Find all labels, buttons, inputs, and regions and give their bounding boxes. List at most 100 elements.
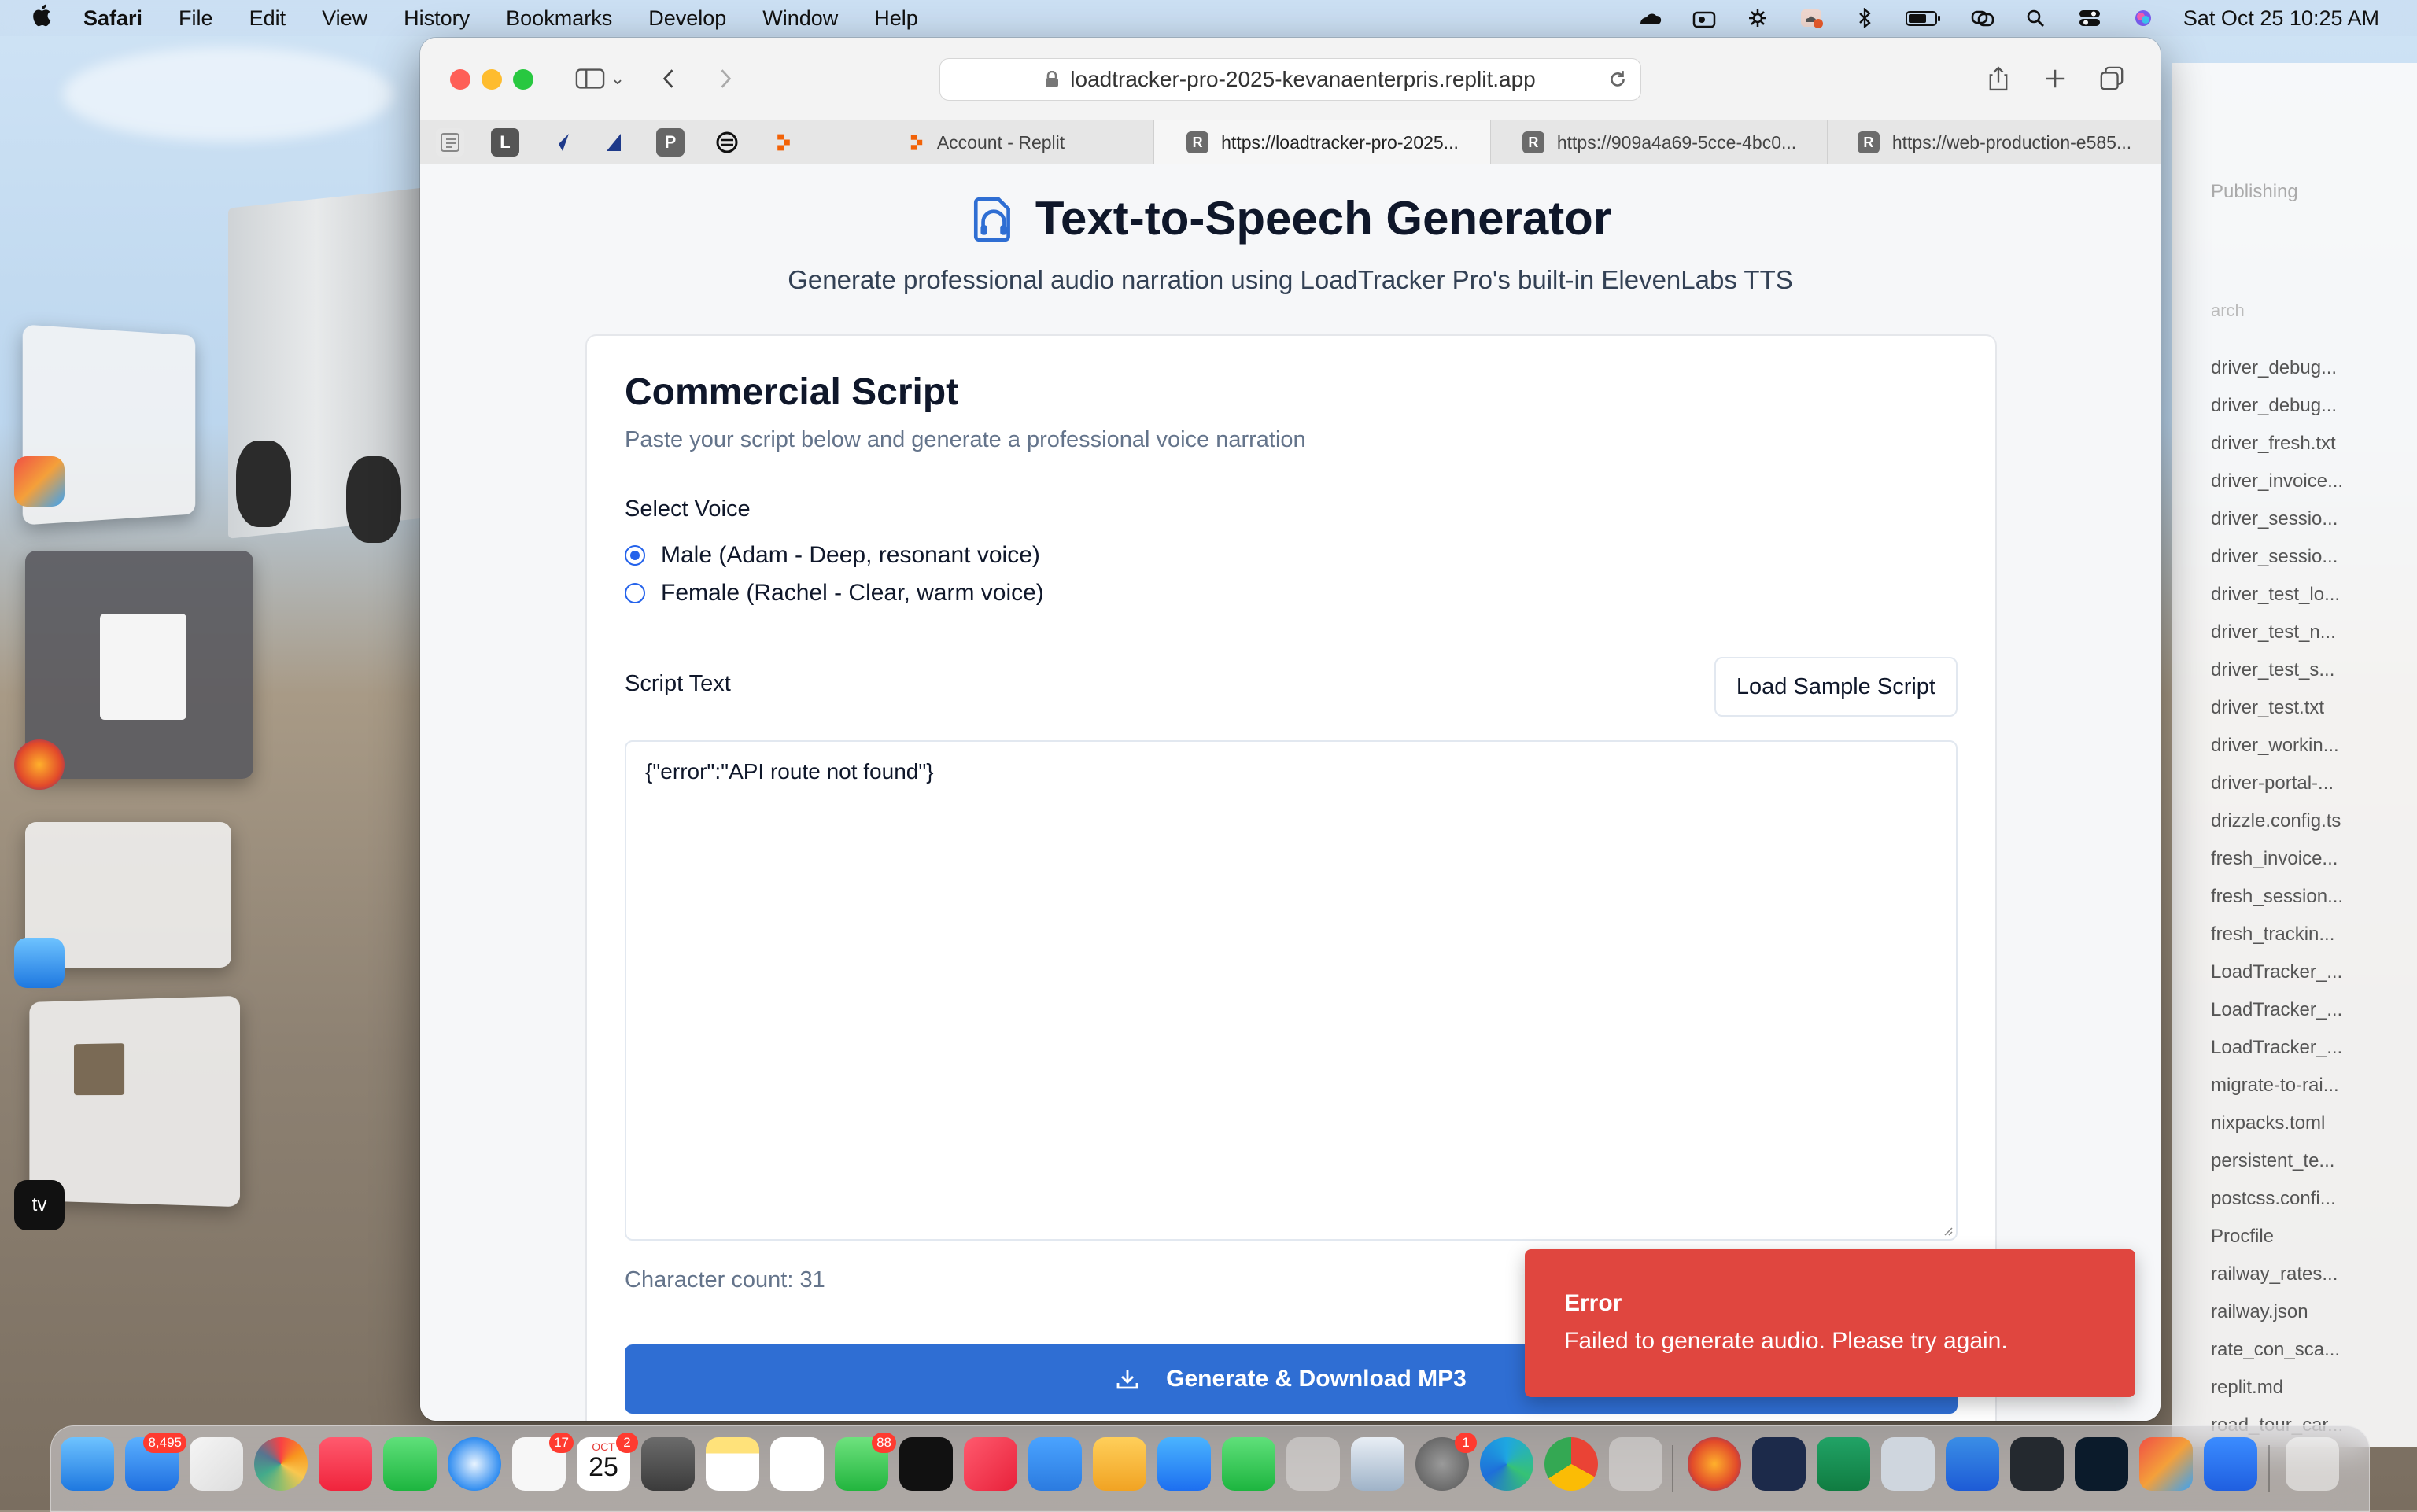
siri-icon[interactable] — [2130, 8, 2157, 28]
freeform-dock-icon[interactable] — [770, 1437, 824, 1491]
numbers-dock-icon[interactable] — [1222, 1437, 1275, 1491]
edge-dock-icon[interactable] — [1480, 1437, 1533, 1491]
perplexity-dock-icon[interactable] — [2075, 1437, 2128, 1491]
file-list-item[interactable]: driver_test_lo... — [2211, 584, 2340, 606]
pinned-tab-circle-logo[interactable] — [713, 128, 741, 157]
messages-dock-icon[interactable]: 88 — [835, 1433, 896, 1491]
sidebar-toggle-icon[interactable] — [570, 60, 611, 98]
file-list-item[interactable]: railway_rates... — [2211, 1263, 2338, 1285]
file-list-item[interactable]: replit.md — [2211, 1377, 2283, 1399]
file-list-item[interactable]: LoadTracker_... — [2211, 1037, 2342, 1059]
tab-account-replit[interactable]: Account - Replit — [817, 120, 1154, 164]
app-store-dock-icon[interactable] — [1157, 1437, 1211, 1491]
tv-dock-icon[interactable] — [899, 1437, 953, 1491]
file-list-item[interactable]: driver_workin... — [2211, 735, 2339, 757]
voice-option-male[interactable]: Male (Adam - Deep, resonant voice) — [625, 542, 1040, 569]
chevron-down-icon[interactable]: ⌄ — [606, 60, 629, 98]
file-list-item[interactable]: fresh_invoice... — [2211, 848, 2338, 870]
keynote-dock-icon[interactable] — [1028, 1437, 1082, 1491]
menu-edit[interactable]: Edit — [249, 6, 286, 31]
file-list-item[interactable]: driver-portal-... — [2211, 773, 2334, 795]
calendar-dock-icon[interactable]: OCT 25 2 — [577, 1433, 638, 1491]
file-list-item[interactable]: rate_con_sca... — [2211, 1339, 2340, 1361]
file-list-item[interactable]: driver_sessio... — [2211, 508, 2338, 530]
excel-dock-icon[interactable] — [1817, 1437, 1870, 1491]
unknown-app-dock-icon[interactable] — [1286, 1437, 1340, 1491]
bluetooth-icon[interactable] — [1851, 7, 1878, 29]
file-list-item[interactable]: driver_test.txt — [2211, 697, 2324, 719]
pages-dock-icon[interactable] — [1093, 1437, 1146, 1491]
pinned-tab-p[interactable]: P — [656, 128, 685, 157]
launchpad-dock-icon[interactable] — [190, 1437, 243, 1491]
chrome-dock-icon[interactable] — [1544, 1437, 1598, 1491]
firefox-dock-icon[interactable] — [1688, 1437, 1741, 1491]
pinned-tab-arrow-logo[interactable] — [546, 128, 574, 157]
file-list-item[interactable]: fresh_trackin... — [2211, 924, 2334, 946]
close-window-button[interactable] — [450, 69, 470, 90]
menu-help[interactable]: Help — [874, 6, 918, 31]
creative-cloud-icon[interactable] — [1637, 8, 1664, 28]
notes-dock-icon[interactable] — [706, 1437, 759, 1491]
file-list-item[interactable]: Procfile — [2211, 1226, 2274, 1248]
publishing-tab[interactable]: Publishing — [2211, 181, 2298, 203]
forward-button[interactable] — [705, 60, 746, 98]
screen-mirroring-icon[interactable] — [1969, 8, 1996, 28]
menu-clock[interactable]: Sat Oct 25 10:25 AM — [2183, 6, 2379, 31]
file-list-item[interactable]: driver_test_s... — [2211, 659, 2334, 681]
calculator-dock-icon[interactable] — [641, 1437, 695, 1491]
file-list-item[interactable]: driver_debug... — [2211, 357, 2337, 379]
safari-dock-icon[interactable] — [448, 1437, 501, 1491]
menu-window[interactable]: Window — [762, 6, 838, 31]
file-list-item[interactable]: drizzle.config.ts — [2211, 810, 2341, 832]
pinned-tab-sail-logo[interactable] — [600, 128, 628, 157]
file-list-item[interactable]: LoadTracker_... — [2211, 961, 2342, 983]
pinned-tab-l[interactable]: L — [491, 128, 519, 157]
new-tab-icon[interactable] — [2035, 60, 2076, 98]
battery-icon[interactable] — [1905, 8, 1943, 28]
share-icon[interactable] — [1978, 60, 2019, 98]
stage-window-thumbnail[interactable] — [29, 995, 241, 1208]
pinned-tab-document-icon[interactable] — [436, 128, 464, 157]
network-icon[interactable] — [1744, 8, 1771, 28]
file-list-item[interactable]: nixpacks.toml — [2211, 1112, 2325, 1134]
file-list-item[interactable]: driver_sessio... — [2211, 546, 2338, 568]
file-list-item[interactable]: postcss.confi... — [2211, 1188, 2336, 1210]
file-list-item[interactable]: LoadTracker_... — [2211, 999, 2342, 1021]
cloud-sync-error-icon[interactable] — [1798, 8, 1825, 28]
file-list-item[interactable]: railway.json — [2211, 1301, 2308, 1323]
file-list-item[interactable]: migrate-to-rai... — [2211, 1075, 2339, 1097]
mail-dock-icon[interactable]: 8,495 — [125, 1433, 186, 1491]
menu-view[interactable]: View — [322, 6, 367, 31]
radio-icon[interactable] — [1691, 8, 1718, 28]
system-settings-dock-icon[interactable]: 1 — [1415, 1433, 1477, 1491]
file-list-item[interactable]: driver_debug... — [2211, 395, 2337, 417]
files-search-input[interactable]: arch — [2211, 301, 2245, 321]
finder-dock-icon[interactable] — [61, 1437, 114, 1491]
music-dock-icon[interactable] — [319, 1437, 372, 1491]
tab-overview-icon[interactable] — [2091, 60, 2132, 98]
reminders-dock-icon[interactable]: 17 — [512, 1433, 574, 1491]
github-desktop-dock-icon[interactable] — [2010, 1437, 2064, 1491]
camera-raw-dock-icon[interactable] — [1752, 1437, 1806, 1491]
tab-loadtracker[interactable]: R https://loadtracker-pro-2025... — [1153, 120, 1491, 164]
file-list-item[interactable]: fresh_session... — [2211, 886, 2343, 908]
tab-909a4a69[interactable]: R https://909a4a69-5cce-4bc0... — [1490, 120, 1828, 164]
resize-handle-icon[interactable] — [1940, 1223, 1953, 1236]
finder-app-icon[interactable] — [14, 938, 65, 988]
google-drive-app-icon[interactable] — [14, 456, 65, 507]
address-bar[interactable]: loadtracker-pro-2025-kevanaenterpris.rep… — [939, 58, 1641, 101]
load-sample-script-button[interactable]: Load Sample Script — [1714, 657, 1958, 717]
radio-female[interactable] — [625, 583, 645, 603]
control-center-icon[interactable] — [2076, 8, 2103, 28]
voice-option-female[interactable]: Female (Rachel - Clear, warm voice) — [625, 580, 1044, 607]
news-dock-icon[interactable] — [964, 1437, 1017, 1491]
pinned-tab-replit-logo[interactable] — [769, 128, 798, 157]
reload-icon[interactable] — [1607, 69, 1628, 90]
file-list-item[interactable]: driver_invoice... — [2211, 470, 2343, 492]
outlook-dock-icon[interactable] — [1946, 1437, 1999, 1491]
script-textarea[interactable]: {"error":"API route not found"} — [625, 740, 1958, 1241]
firefox-app-icon[interactable] — [14, 739, 65, 790]
menu-develop[interactable]: Develop — [648, 6, 726, 31]
unknown-app-dock-icon[interactable] — [1609, 1437, 1662, 1491]
file-list-item[interactable]: driver_test_n... — [2211, 621, 2336, 644]
